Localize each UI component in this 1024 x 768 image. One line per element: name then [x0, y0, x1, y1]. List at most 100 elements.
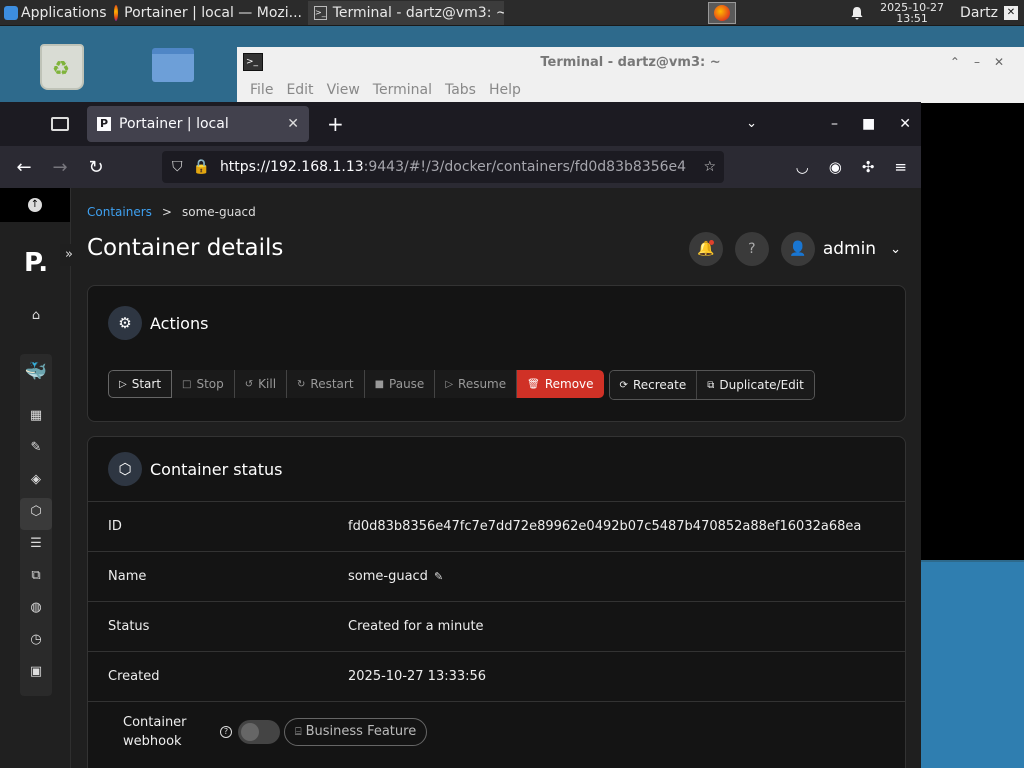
resume-button[interactable]: ▷ Resume — [435, 370, 518, 398]
recreate-button[interactable]: ⟳ Recreate — [609, 371, 698, 399]
clock[interactable]: 2025-10-27 13:51 — [880, 2, 944, 24]
notifications-button[interactable]: 🔔 — [688, 232, 723, 266]
status-row-status: Status Created for a minute — [88, 601, 905, 651]
logout-icon[interactable]: ✕ — [1004, 5, 1018, 20]
pause-button[interactable]: ■ Pause — [364, 370, 436, 398]
status-row-id: ID fd0d83b8356e47fc7e7dd72e89962e0492b07… — [88, 501, 905, 551]
volumes-icon[interactable]: ◍ — [28, 600, 44, 616]
breadcrumb-separator: > — [161, 205, 172, 219]
navigation-bar: ← → ↻ ⛉ 🔒 https://192.168.1.13:9443/#!/3… — [0, 146, 921, 188]
restart-label: Restart — [310, 377, 354, 391]
help-button[interactable]: ? — [734, 232, 769, 266]
session-user[interactable]: Dartz — [960, 5, 998, 21]
url-host: https://192.168.1.13 — [219, 159, 364, 175]
terminal-titlebar[interactable]: >_ Terminal - dartz@vm3: ~ ⌃–✕ — [237, 47, 1024, 77]
kill-button[interactable]: ↺ Kill — [234, 370, 288, 398]
portainer-logo[interactable]: P. — [24, 248, 48, 278]
templates-icon[interactable]: ✎ — [28, 440, 44, 456]
new-tab-button[interactable]: + — [327, 112, 344, 136]
networks-icon[interactable]: ⧉ — [28, 568, 44, 584]
remove-label: Remove — [544, 377, 594, 391]
task-terminal[interactable]: >_ Terminal - dartz@vm3: ~ — [308, 0, 504, 25]
close-window-icon[interactable]: ✕ — [899, 116, 911, 132]
duplicate-edit-button[interactable]: ⧉ Duplicate/Edit — [697, 371, 814, 399]
url-bar[interactable]: ⛉ 🔒 https://192.168.1.13:9443/#!/3/docke… — [162, 151, 724, 183]
briefcase-icon: ⌸ — [295, 724, 302, 738]
tray-firefox[interactable] — [708, 1, 737, 24]
taskbar: Applications Portainer | local — Mozi...… — [0, 0, 1024, 26]
dashboard-icon[interactable]: ▦ — [28, 408, 44, 424]
status-row-name: Name some-guacd ✎ — [88, 551, 905, 601]
menu-view[interactable]: View — [327, 82, 360, 98]
tab-strip: P Portainer | local ✕ + ⌄ – ■ ✕ — [0, 102, 921, 146]
stop-icon: □ — [182, 378, 192, 390]
maximize-icon[interactable]: ■ — [862, 116, 875, 132]
resume-label: Resume — [458, 377, 507, 391]
host-icon[interactable]: ▣ — [28, 664, 44, 680]
task-firefox[interactable]: Portainer | local — Mozi... — [108, 1, 308, 25]
trash-icon[interactable] — [40, 44, 84, 90]
page-title: Container details — [87, 235, 284, 261]
tab-portainer[interactable]: P Portainer | local ✕ — [87, 106, 309, 142]
docker-icon[interactable]: 🐳 — [24, 363, 48, 381]
recreate-label: Recreate — [632, 378, 687, 392]
edit-icon[interactable]: ✎ — [434, 570, 443, 583]
folder-icon[interactable] — [152, 48, 194, 82]
sidebar-upgrade[interactable]: ↑ — [0, 188, 70, 222]
breadcrumb: Containers > some-guacd — [87, 205, 256, 219]
webhook-label-line2: webhook — [123, 733, 182, 749]
extensions-icon[interactable]: ✣ — [862, 158, 875, 176]
lock-warning-icon[interactable]: 🔒 — [193, 159, 210, 175]
menu-edit[interactable]: Edit — [286, 82, 313, 98]
reload-icon[interactable]: ↻ — [78, 157, 114, 178]
applications-menu[interactable]: Applications — [0, 5, 108, 21]
menu-help[interactable]: Help — [489, 82, 521, 98]
user-avatar[interactable]: 👤 — [780, 232, 815, 266]
pocket-icon[interactable]: ◡ — [796, 158, 809, 176]
minimize-icon[interactable]: – — [831, 116, 838, 132]
business-feature-badge[interactable]: ⌸ Business Feature — [284, 717, 428, 746]
help-circle-icon[interactable]: ? — [220, 725, 232, 738]
webhook-label-line1: Container — [123, 714, 187, 730]
trash-icon: 🗑 — [527, 378, 540, 390]
remove-button[interactable]: 🗑 Remove — [517, 370, 604, 398]
play-icon: ▷ — [119, 378, 127, 390]
menu-file[interactable]: File — [250, 82, 273, 98]
menu-terminal[interactable]: Terminal — [373, 82, 432, 98]
stacks-icon[interactable]: ◈ — [28, 472, 44, 488]
gear-icon: ⚙ — [108, 306, 142, 340]
list-tabs-icon[interactable]: ⌄ — [746, 116, 757, 132]
start-button[interactable]: ▷ Start — [108, 370, 173, 398]
stop-button[interactable]: □ Stop — [172, 370, 235, 398]
chevron-down-icon[interactable]: ⌄ — [890, 242, 901, 257]
bookmark-star-icon[interactable]: ☆ — [699, 159, 716, 175]
home-icon[interactable]: ⌂ — [28, 308, 44, 324]
images-icon[interactable]: ☰ — [28, 536, 44, 552]
forward-icon[interactable]: → — [42, 157, 78, 178]
breadcrumb-containers-link[interactable]: Containers — [87, 205, 152, 219]
id-label: ID — [108, 519, 122, 534]
terminal-icon: >_ — [314, 5, 327, 20]
back-icon[interactable]: ← — [6, 157, 42, 178]
status-title: Container status — [150, 459, 283, 479]
webhook-toggle[interactable] — [238, 719, 280, 744]
stop-label: Stop — [196, 377, 224, 391]
business-feature-label: Business Feature — [305, 724, 417, 739]
tab-groups-icon[interactable] — [51, 117, 69, 131]
account-icon[interactable]: ◉ — [829, 158, 842, 176]
main-content: Containers > some-guacd Container details … — [72, 188, 921, 768]
user-name[interactable]: admin — [823, 239, 876, 259]
menu-tabs[interactable]: Tabs — [445, 82, 476, 98]
shield-icon[interactable]: ⛉ — [172, 159, 183, 175]
id-value: fd0d83b8356e47fc7e7dd72e89962e0492b07c54… — [348, 519, 862, 534]
hamburger-menu-icon[interactable]: ≡ — [894, 158, 907, 176]
containers-icon[interactable]: ⬡ — [28, 504, 44, 520]
notification-dot — [708, 240, 714, 245]
status-row-created: Created 2025-10-27 13:33:56 — [88, 651, 905, 701]
events-icon[interactable]: ◷ — [28, 632, 44, 648]
restart-button[interactable]: ↻ Restart — [287, 370, 365, 398]
clock-time: 13:51 — [896, 11, 928, 25]
terminal-window-controls[interactable]: ⌃–✕ — [950, 55, 1018, 69]
close-tab-icon[interactable]: ✕ — [287, 116, 299, 132]
notification-bell-icon[interactable] — [850, 6, 864, 20]
